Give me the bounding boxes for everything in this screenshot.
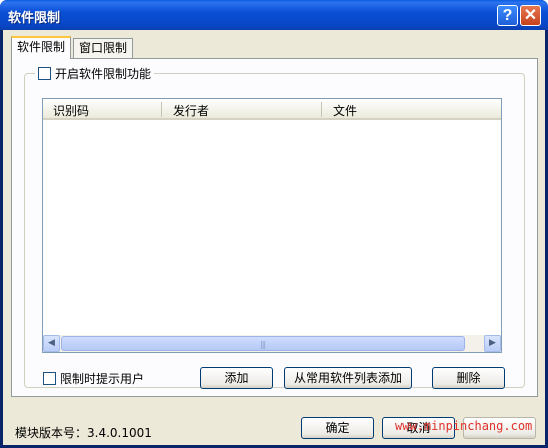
- enable-restriction-checkbox[interactable]: [38, 67, 51, 80]
- arrow-right-icon: ▶: [489, 338, 496, 348]
- close-icon: ✕: [523, 7, 538, 24]
- horizontal-scrollbar[interactable]: ◀ ||| ▶: [43, 335, 501, 352]
- title-bar[interactable]: 软件限制 ? ✕: [0, 0, 548, 30]
- grip-icon: |||: [260, 340, 266, 349]
- list-header: 识别码 发行者 文件: [43, 99, 501, 120]
- module-version: 模块版本号：3.4.0.1001: [15, 426, 152, 440]
- dialog-window: 软件限制 ? ✕ 软件限制 窗口限制 开启软件限制功能 识别码 发行者 文件 ◀…: [0, 0, 548, 448]
- ok-button[interactable]: 确定: [301, 417, 374, 439]
- scroll-right-button[interactable]: ▶: [484, 335, 501, 352]
- window-title: 软件限制: [8, 11, 61, 26]
- column-header-id[interactable]: 识别码: [53, 102, 89, 119]
- help-icon: ?: [502, 7, 513, 24]
- scroll-thumb[interactable]: |||: [61, 336, 465, 351]
- help-button[interactable]: ?: [497, 5, 518, 26]
- watermark-text: www.minpinchang.com: [395, 419, 533, 433]
- notify-user-row[interactable]: 限制时提示用户: [43, 370, 144, 387]
- notify-user-checkbox[interactable]: [43, 372, 56, 385]
- delete-button[interactable]: 删除: [432, 367, 505, 389]
- add-from-common-list-button[interactable]: 从常用软件列表添加: [284, 367, 412, 389]
- close-button[interactable]: ✕: [520, 5, 541, 26]
- column-divider[interactable]: [161, 102, 162, 117]
- column-header-file[interactable]: 文件: [333, 102, 357, 119]
- enable-restriction-row[interactable]: 开启软件限制功能: [35, 65, 155, 82]
- arrow-left-icon: ◀: [48, 338, 55, 348]
- add-button[interactable]: 添加: [200, 367, 273, 389]
- tab-software-restriction[interactable]: 软件限制: [11, 36, 72, 59]
- column-divider[interactable]: [321, 102, 322, 117]
- column-header-publisher[interactable]: 发行者: [173, 102, 209, 119]
- dialog-client-area: 软件限制 窗口限制 开启软件限制功能 识别码 发行者 文件 ◀ ||| ▶ 限制…: [3, 30, 545, 445]
- tab-window-restriction[interactable]: 窗口限制: [73, 38, 134, 58]
- software-list[interactable]: 识别码 发行者 文件 ◀ ||| ▶: [42, 98, 502, 353]
- enable-restriction-label: 开启软件限制功能: [55, 67, 152, 81]
- scroll-left-button[interactable]: ◀: [43, 335, 60, 352]
- notify-user-label: 限制时提示用户: [60, 372, 145, 386]
